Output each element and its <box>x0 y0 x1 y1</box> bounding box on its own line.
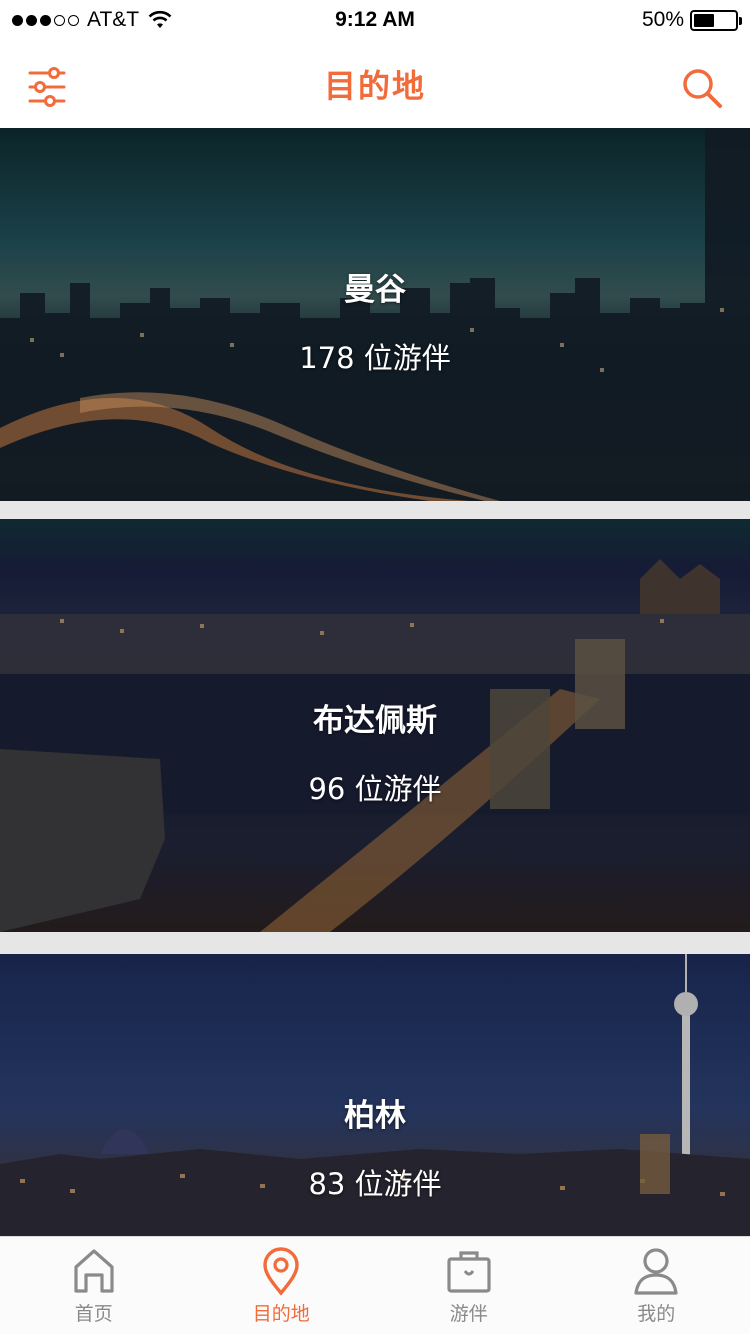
briefcase-icon <box>447 1251 491 1293</box>
destination-name: 曼谷 <box>344 272 406 308</box>
destination-name: 布达佩斯 <box>313 703 437 739</box>
wifi-icon <box>148 10 172 28</box>
tab-home[interactable]: 首页 <box>0 1237 188 1334</box>
tab-destinations[interactable]: 目的地 <box>188 1237 376 1334</box>
destination-card-berlin[interactable]: 柏林 83 位游伴 <box>0 954 750 1236</box>
status-right: 50% <box>641 8 742 32</box>
tab-bar: 首页 目的地 游伴 我的 <box>0 1236 750 1334</box>
search-icon[interactable] <box>680 66 724 110</box>
tab-companions[interactable]: 游伴 <box>375 1237 563 1334</box>
status-left: AT&T <box>12 8 173 32</box>
card-text: 布达佩斯 96 位游伴 <box>0 695 750 808</box>
tab-label: 游伴 <box>449 1303 488 1325</box>
location-pin-icon <box>263 1247 299 1296</box>
destination-card-budapest[interactable]: 布达佩斯 96 位游伴 <box>0 519 750 932</box>
cellular-signal-icon <box>12 14 79 26</box>
navigation-bar: 目的地 <box>0 40 750 128</box>
battery-icon <box>690 9 742 31</box>
tab-label: 我的 <box>637 1303 676 1325</box>
companion-count: 178 位游伴 <box>299 341 451 375</box>
destination-list[interactable]: 曼谷 178 位游伴 布达佩斯 96 位游伴 柏林 83 位游伴 <box>0 128 750 1236</box>
card-text: 曼谷 178 位游伴 <box>0 264 750 377</box>
card-text: 柏林 83 位游伴 <box>0 1090 750 1203</box>
tab-label: 首页 <box>74 1303 113 1325</box>
tab-profile[interactable]: 我的 <box>563 1237 750 1334</box>
battery-percent: 50% <box>641 8 684 31</box>
filter-sliders-icon[interactable] <box>28 66 66 108</box>
page-title: 目的地 <box>323 67 426 105</box>
companion-count: 83 位游伴 <box>308 1167 442 1201</box>
user-icon <box>634 1248 678 1295</box>
home-icon <box>74 1249 114 1293</box>
carrier-label: AT&T <box>87 8 140 31</box>
destination-card-bangkok[interactable]: 曼谷 178 位游伴 <box>0 128 750 501</box>
companion-count: 96 位游伴 <box>308 772 442 806</box>
battery-fill <box>694 13 714 27</box>
status-bar: AT&T 9:12 AM 50% <box>0 0 750 40</box>
destination-name: 柏林 <box>344 1098 406 1134</box>
tab-label: 目的地 <box>252 1303 310 1325</box>
